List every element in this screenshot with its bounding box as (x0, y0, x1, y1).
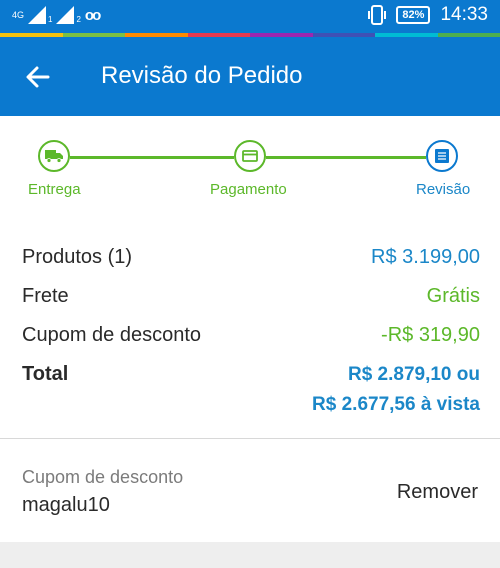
status-bar: 4G 1 2 oo 82% 14:33 (0, 0, 500, 33)
vibrate-icon (368, 5, 387, 25)
step-pagamento[interactable] (234, 140, 266, 172)
shipping-label: Frete (22, 285, 69, 307)
discount-value: -R$ 319,90 (381, 324, 480, 346)
products-label: Produtos (1) (22, 246, 133, 268)
coupon-code: magalu10 (22, 494, 110, 516)
list-icon (435, 149, 449, 163)
signal-icon (56, 6, 75, 24)
step-connector (70, 156, 234, 159)
sim2-indicator: 2 (76, 15, 81, 24)
step-entrega[interactable] (38, 140, 70, 172)
total-cash-value: R$ 2.677,56 à vista (312, 394, 480, 415)
card-icon (242, 150, 258, 162)
coupon-label: Cupom de desconto (22, 467, 184, 487)
step-connector (266, 156, 426, 159)
discount-label: Cupom de desconto (22, 324, 202, 346)
battery-indicator: 82% (396, 6, 431, 24)
sim1-indicator: 1 (48, 15, 53, 24)
page-title: Revisão do Pedido (101, 62, 303, 89)
discount-row: Cupom de desconto -R$ 319,90 (22, 324, 480, 354)
shipping-value: Grátis (426, 285, 480, 307)
clock: 14:33 (440, 4, 488, 25)
step-label-pagamento: Pagamento (210, 181, 287, 198)
arrow-left-icon (26, 66, 50, 88)
back-button[interactable] (24, 63, 52, 91)
total-row: Total R$ 2.879,10 ou R$ 2.677,56 à vista (22, 363, 480, 423)
remove-coupon-button[interactable]: Remover (397, 481, 478, 504)
voicemail-icon: oo (84, 6, 101, 24)
truck-icon (45, 150, 63, 163)
step-label-entrega: Entrega (28, 181, 81, 198)
checkout-stepper: Entrega Pagamento Revisão (0, 116, 500, 222)
step-revisao[interactable] (426, 140, 458, 172)
app-bar: Revisão do Pedido (0, 37, 500, 116)
total-value: R$ 2.879,10 ou (347, 364, 480, 385)
signal-icon (28, 6, 47, 24)
divider (0, 438, 500, 439)
shipping-row: Frete Grátis (22, 285, 480, 315)
network-type: 4G (12, 9, 25, 20)
products-value: R$ 3.199,00 (371, 246, 480, 268)
bottom-panel (0, 542, 500, 568)
step-label-revisao: Revisão (416, 181, 471, 198)
products-row: Produtos (1) R$ 3.199,00 (22, 246, 480, 276)
total-label: Total (22, 363, 69, 385)
